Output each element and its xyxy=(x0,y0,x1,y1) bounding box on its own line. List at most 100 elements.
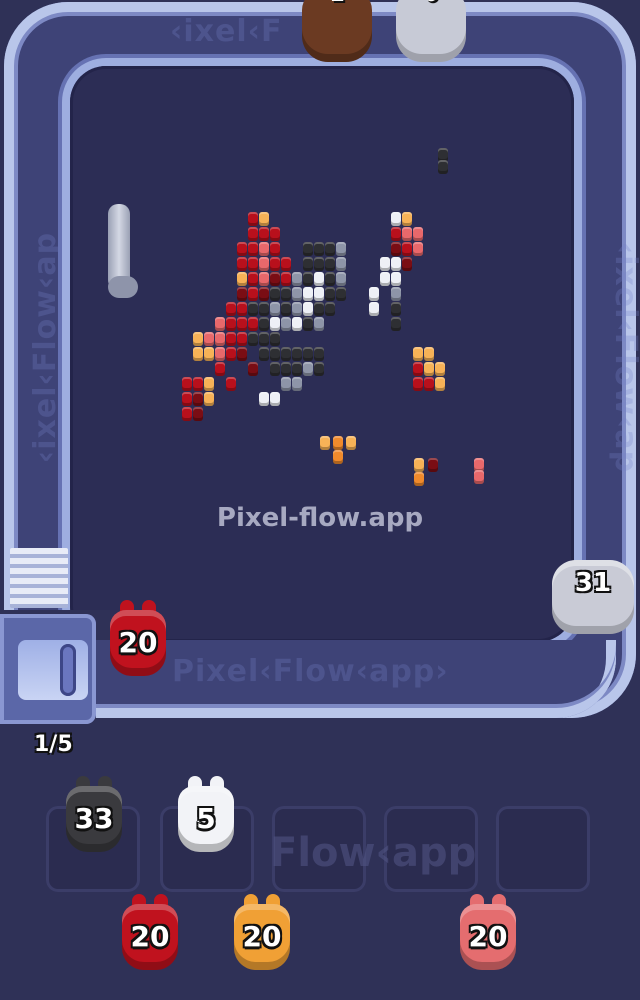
pixel-block xyxy=(270,257,280,271)
watermark: Pixel-flow.app xyxy=(216,503,424,533)
pixel-block xyxy=(281,362,291,376)
pixel-block xyxy=(270,332,280,346)
pixel-block xyxy=(402,212,412,226)
reserve-shooter-red[interactable]: 20 xyxy=(116,894,184,978)
pixel-block xyxy=(303,362,313,376)
pixel-block xyxy=(292,347,302,361)
pixel-block xyxy=(270,242,280,256)
pixel-block xyxy=(325,242,335,256)
track-label-right: ‹ixel‹Flow‹ap xyxy=(608,241,640,474)
pixel-block xyxy=(237,257,247,271)
pixel-block xyxy=(270,392,280,406)
pixel-block xyxy=(303,302,313,316)
pixel-block xyxy=(325,257,335,271)
pixel-block xyxy=(182,407,192,421)
pixel-block xyxy=(193,332,203,346)
pixel-block xyxy=(380,272,390,286)
pixel-block xyxy=(336,272,346,286)
pixel-block xyxy=(270,272,280,286)
pixel-block xyxy=(281,272,291,286)
pixel-block xyxy=(226,377,236,391)
pixel-block xyxy=(259,392,269,406)
pixel-block xyxy=(215,347,225,361)
pixel-block xyxy=(391,212,401,226)
pixel-block xyxy=(292,317,302,331)
pixel-block xyxy=(259,242,269,256)
pixel-block xyxy=(314,287,324,301)
reserve-shooter-orange[interactable]: 20 xyxy=(228,894,296,978)
conveyor-stairs xyxy=(10,548,68,608)
pixel-block xyxy=(204,332,214,346)
reserve-shooter-pink[interactable]: 20 xyxy=(454,894,522,978)
pixel-block xyxy=(336,242,346,256)
pixel-block xyxy=(325,287,335,301)
pixel-block xyxy=(424,362,434,376)
pixel-block xyxy=(391,317,401,331)
pixel-block xyxy=(281,302,291,316)
conveyor-shooter-gray[interactable]: 0 xyxy=(396,0,466,62)
pixel-block xyxy=(413,377,423,391)
conveyor-shooter-count: 0 xyxy=(396,0,466,7)
pixel-block xyxy=(391,272,401,286)
conveyor-shooter-brown[interactable]: 1 xyxy=(302,0,372,62)
pixel-block xyxy=(292,377,302,391)
pixel-block xyxy=(237,317,247,331)
pixel-block xyxy=(346,436,356,450)
pixel-block xyxy=(292,272,302,286)
pixel-block xyxy=(435,362,445,376)
active-shooter[interactable]: 20 xyxy=(104,600,172,684)
slot-shooter-white[interactable]: 5 xyxy=(172,776,240,860)
pixel-block xyxy=(270,302,280,316)
pixel-block xyxy=(413,227,423,241)
pixel-block xyxy=(428,458,438,472)
pixel-block xyxy=(259,317,269,331)
pixel-block xyxy=(193,347,203,361)
dispenser-slot xyxy=(18,640,88,700)
pixel-block xyxy=(248,332,258,346)
slot-shooter-black[interactable]: 33 xyxy=(60,776,128,860)
track-label-left: ‹ixel‹Flow‹ap xyxy=(28,231,64,464)
pixel-block xyxy=(248,317,258,331)
conveyor-shooter-silver[interactable]: 31 xyxy=(552,560,634,634)
pixel-block xyxy=(314,272,324,286)
pixel-block xyxy=(303,317,313,331)
pixel-block xyxy=(369,302,379,316)
holding-slot-5[interactable] xyxy=(496,806,590,892)
pixel-block xyxy=(413,242,423,256)
pixel-block xyxy=(215,362,225,376)
pixel-block xyxy=(248,272,258,286)
pixel-block xyxy=(336,257,346,271)
pixel-block xyxy=(281,287,291,301)
pixel-block xyxy=(391,227,401,241)
pixel-block xyxy=(314,317,324,331)
dispenser-tube xyxy=(60,644,76,696)
pixel-block xyxy=(204,347,214,361)
pixel-block xyxy=(259,257,269,271)
pixel-block xyxy=(281,347,291,361)
pixel-block xyxy=(270,347,280,361)
pixel-block xyxy=(237,287,247,301)
pixel-block xyxy=(248,212,258,226)
pixel-block xyxy=(193,377,203,391)
pixel-block xyxy=(204,377,214,391)
pixel-block xyxy=(281,317,291,331)
pixel-block xyxy=(314,302,324,316)
pixel-block xyxy=(215,332,225,346)
pixel-block xyxy=(314,257,324,271)
pixel-block xyxy=(204,392,214,406)
track-label-top: ‹ixel‹F xyxy=(170,14,283,49)
pixel-block xyxy=(259,287,269,301)
pixel-block xyxy=(248,287,258,301)
pixel-block xyxy=(314,347,324,361)
pixel-block xyxy=(270,227,280,241)
pixel-block xyxy=(226,317,236,331)
pixel-block xyxy=(414,458,424,472)
pixel-block xyxy=(325,302,335,316)
pixel-block xyxy=(380,257,390,271)
pixel-block xyxy=(237,272,247,286)
pixel-block xyxy=(182,392,192,406)
pixel-block xyxy=(259,272,269,286)
pixel-block xyxy=(303,272,313,286)
conveyor-shooter-count: 31 xyxy=(574,568,612,598)
pixel-block xyxy=(248,257,258,271)
